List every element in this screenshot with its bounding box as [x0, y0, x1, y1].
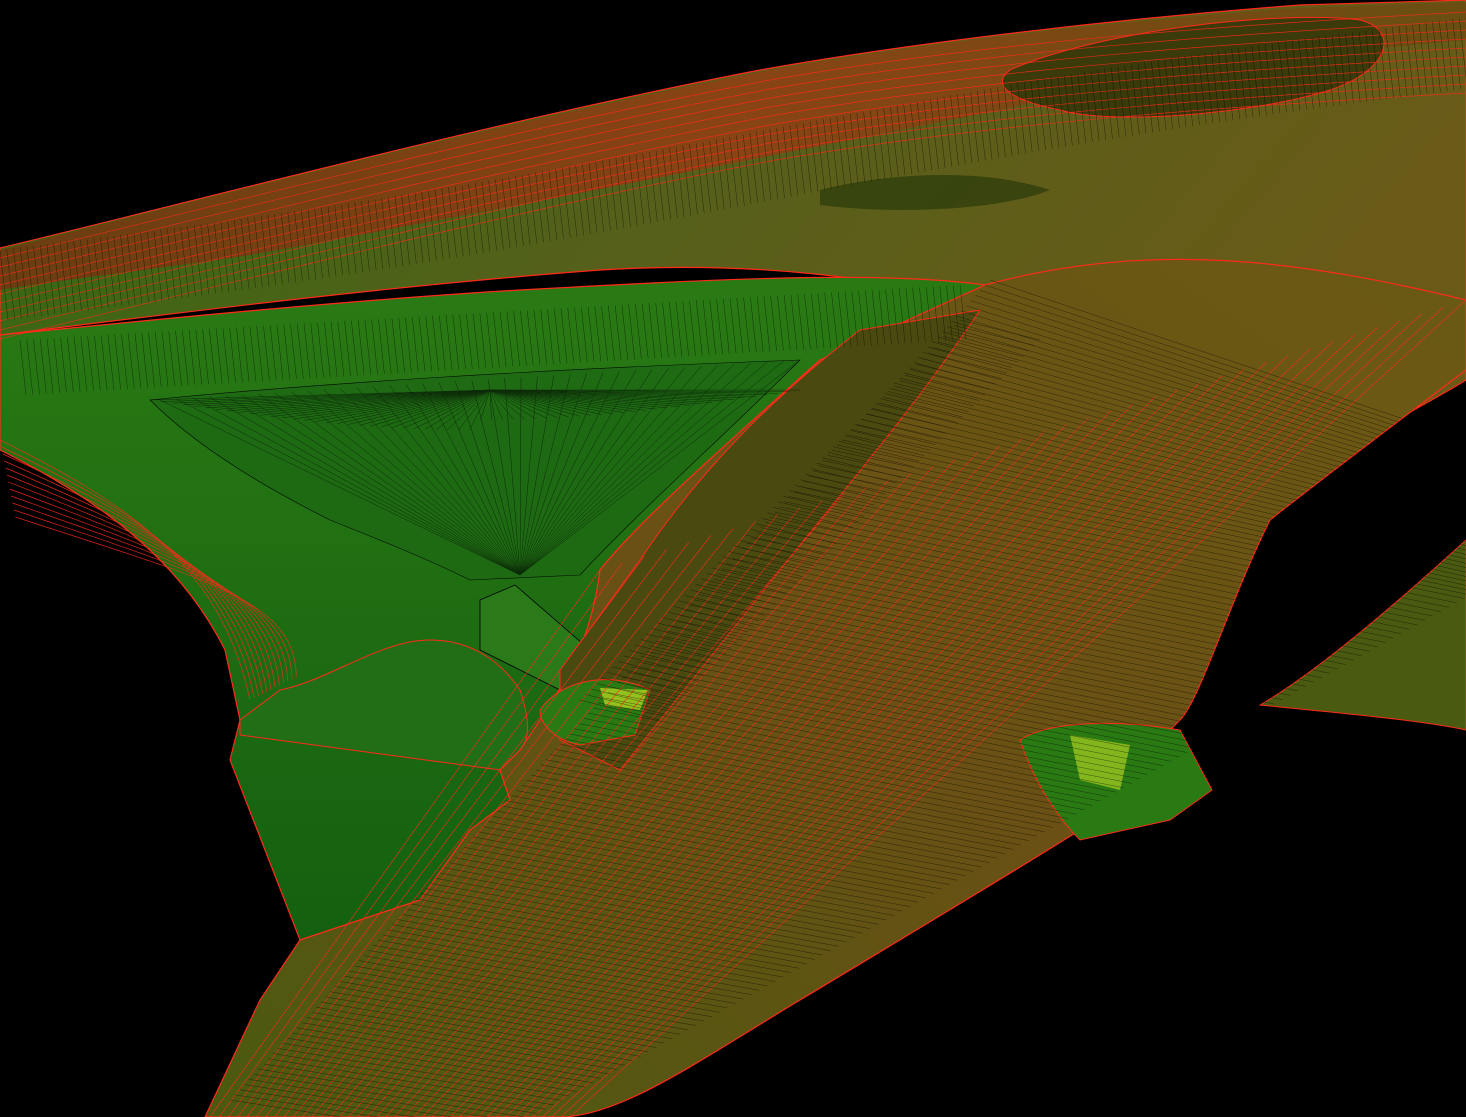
terrain-mesh: [0, 0, 1466, 1117]
right-strip: [1258, 539, 1466, 731]
render-viewport: [0, 0, 1466, 1117]
